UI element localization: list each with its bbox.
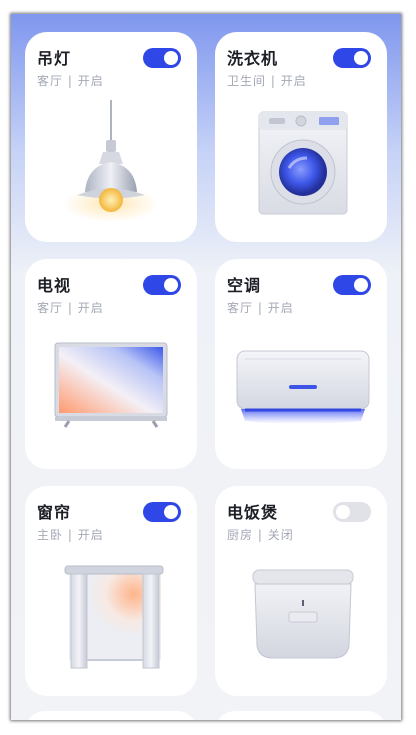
device-card-washing-machine[interactable]: 洗衣机 卫生间 | 开启 (215, 32, 387, 242)
device-card-partial (215, 711, 387, 720)
rice-cooker-icon (252, 569, 354, 659)
device-card-rice-cooker[interactable]: 电饭煲 厨房 | 关闭 (215, 486, 387, 696)
device-card-air-conditioner[interactable]: 空调 客厅 | 开启 (215, 259, 387, 469)
device-card-tv[interactable]: 电视 客厅 | 开启 (25, 259, 197, 469)
washing-machine-icon (258, 111, 348, 215)
tv-icon (54, 342, 168, 428)
device-card-pendant-lamp[interactable]: 吊灯 客厅 | 开启 (25, 32, 197, 242)
curtain-icon (64, 565, 164, 669)
app-frame: 吊灯 客厅 | 开启 洗衣机 卫生间 | 开启 电视 客厅 | 开启 空调 客厅… (11, 14, 401, 720)
device-card-partial (25, 711, 197, 720)
pendant-lamp-icon (63, 100, 159, 222)
air-conditioner-icon (236, 350, 370, 424)
device-card-curtain[interactable]: 窗帘 主卧 | 开启 (25, 486, 197, 696)
